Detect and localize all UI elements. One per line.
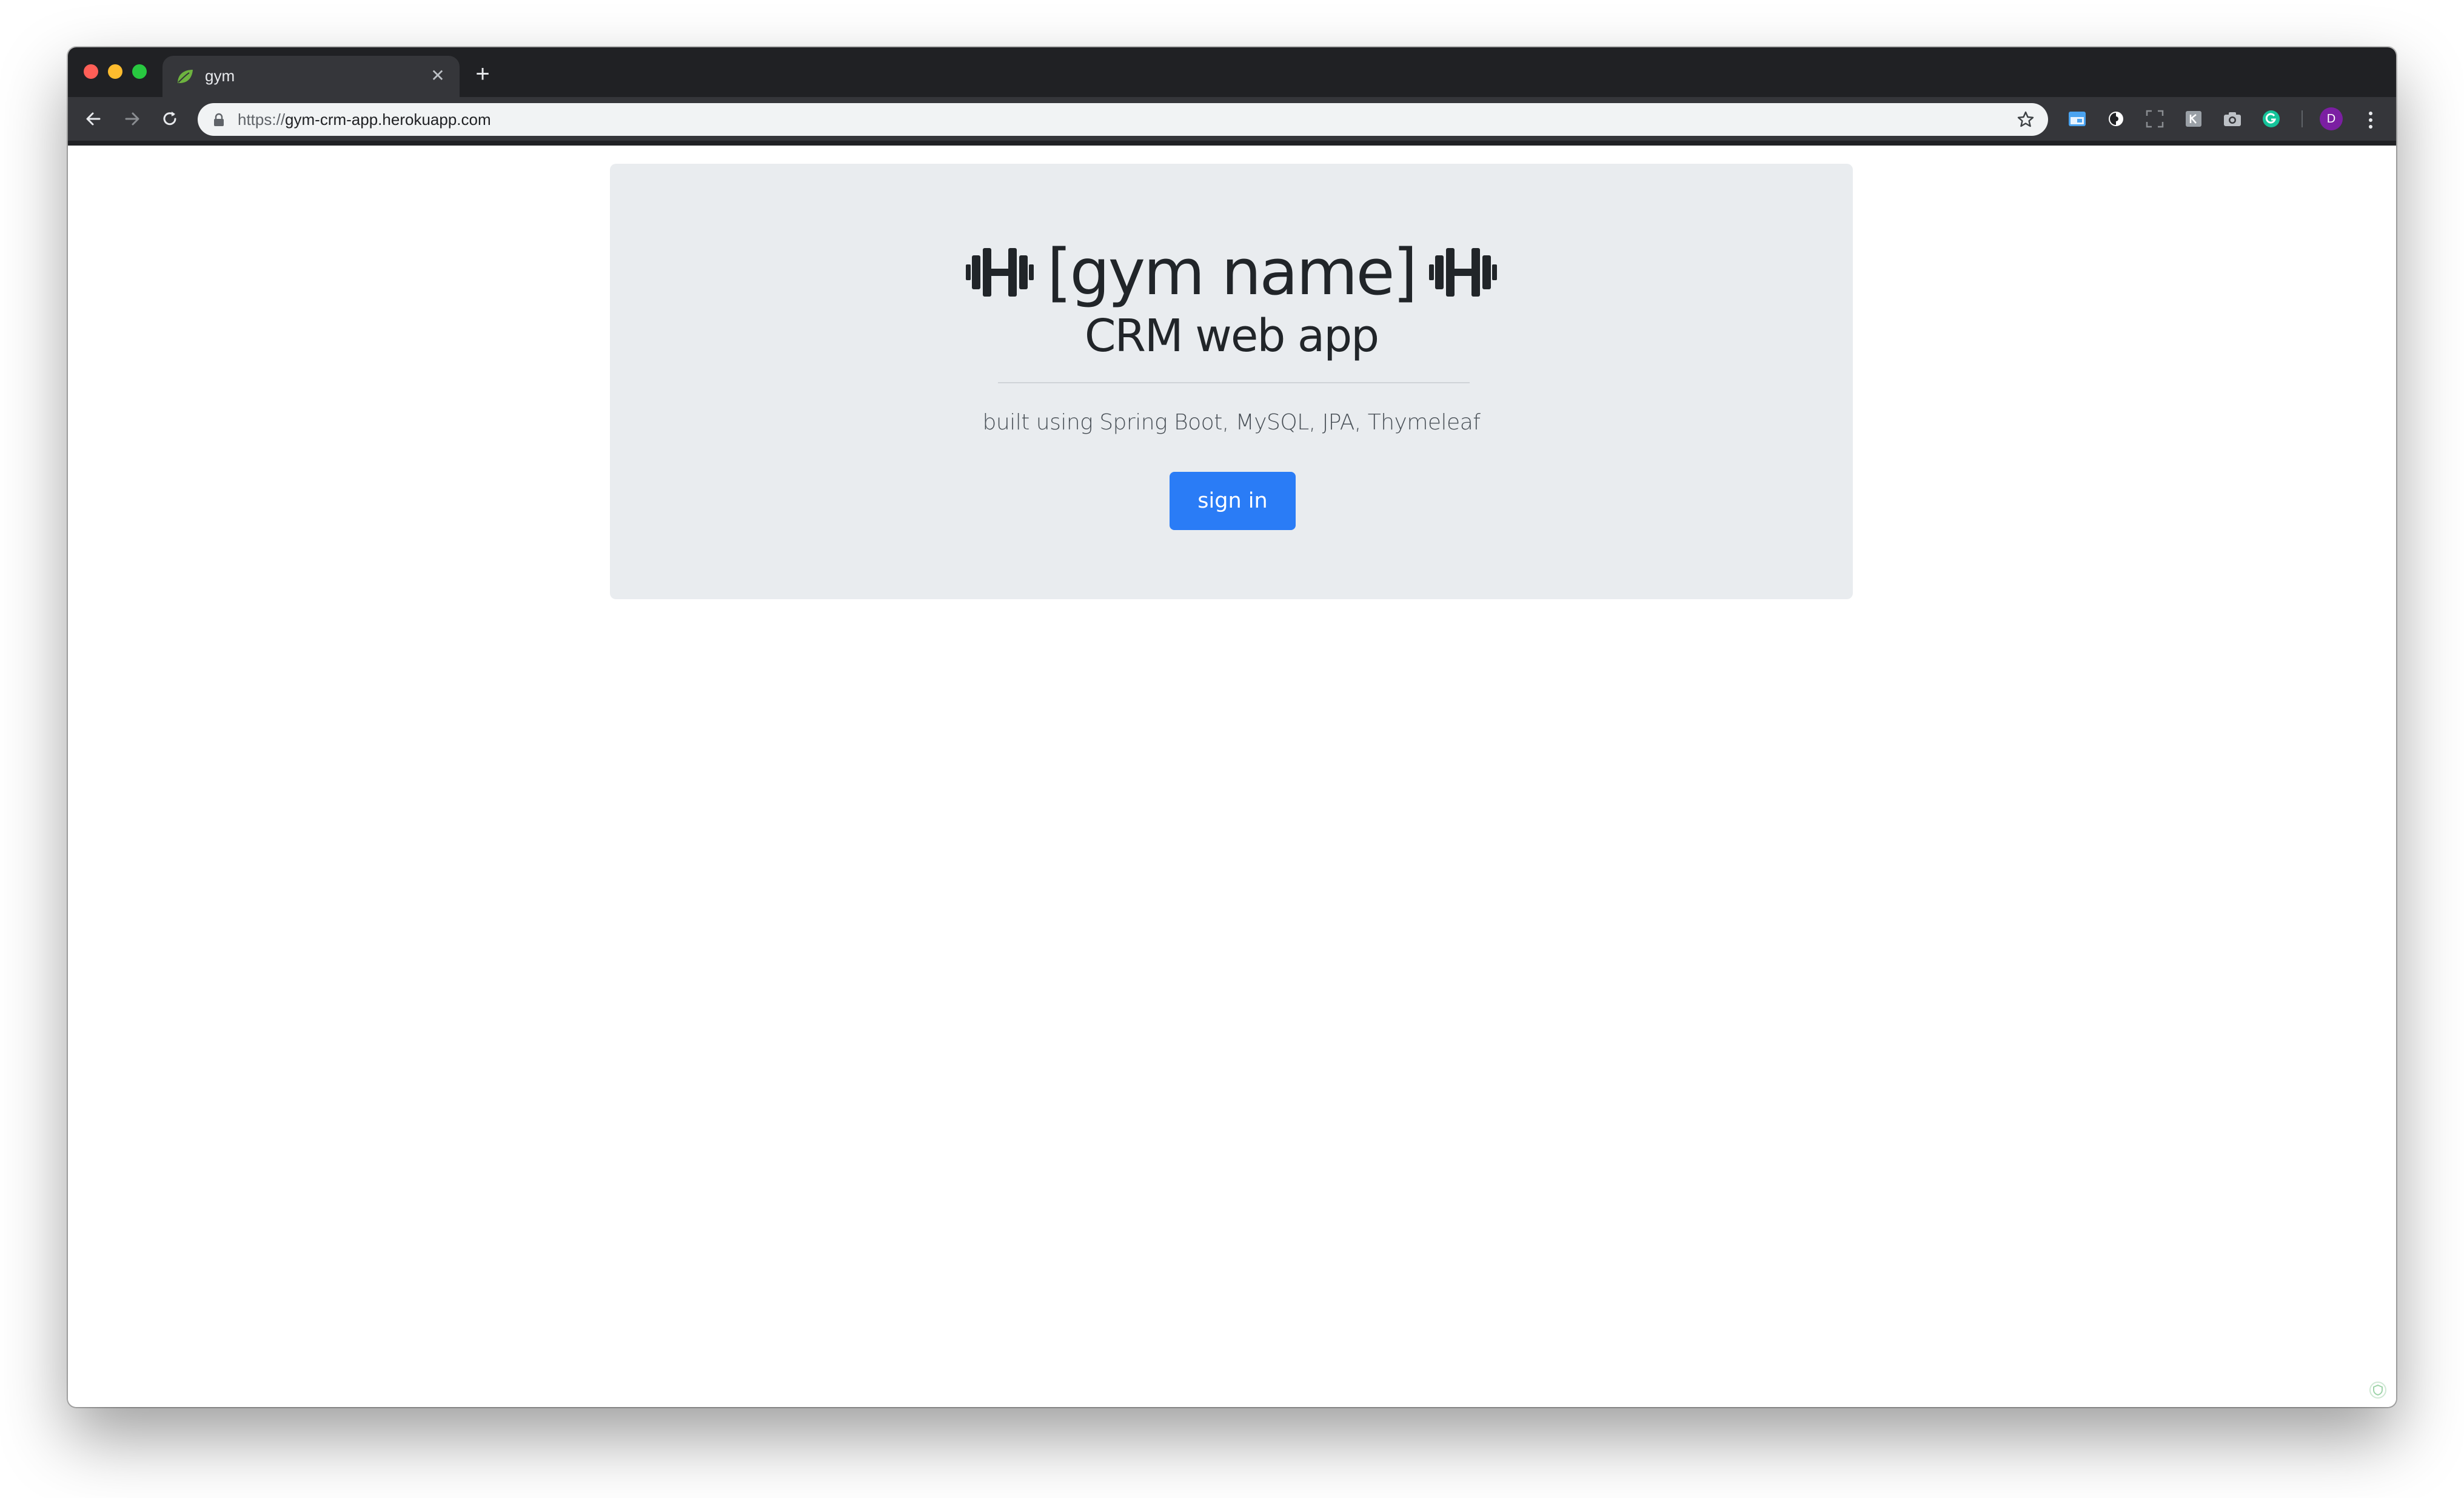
page-subtitle: CRM web app xyxy=(1084,310,1379,362)
page-viewport: [gym name] CRM web app built using Sprin… xyxy=(68,146,2396,1407)
tech-stack-text: built using Spring Boot, MySQL, JPA, Thy… xyxy=(982,410,1481,435)
address-bar[interactable]: https://gym-crm-app.herokuapp.com xyxy=(198,103,2048,136)
url-text: https://gym-crm-app.herokuapp.com xyxy=(238,110,491,129)
dumbbell-icon xyxy=(965,247,1034,298)
url-host: gym-crm-app.herokuapp.com xyxy=(285,110,491,129)
circle-half-icon[interactable] xyxy=(2105,108,2127,130)
grammarly-icon[interactable] xyxy=(2260,108,2282,130)
lock-icon xyxy=(213,113,224,126)
back-arrow-icon[interactable] xyxy=(80,106,107,132)
jumbotron: [gym name] CRM web app built using Sprin… xyxy=(610,164,1853,599)
extension-badge-icon[interactable] xyxy=(2183,108,2205,130)
new-tab-button[interactable]: + xyxy=(472,62,494,86)
sign-in-button[interactable]: sign in xyxy=(1170,472,1296,530)
page-heading: [gym name] xyxy=(610,239,1853,306)
dumbbell-icon xyxy=(1429,247,1497,298)
maximize-window-button[interactable] xyxy=(132,64,147,79)
close-window-button[interactable] xyxy=(84,64,98,79)
browser-tab[interactable]: gym ✕ xyxy=(162,56,460,97)
page-title: [gym name] xyxy=(1046,235,1418,309)
reload-icon[interactable] xyxy=(156,106,183,132)
profile-avatar[interactable]: D xyxy=(2320,107,2343,130)
spring-leaf-icon xyxy=(176,68,194,85)
browser-toolbar: https://gym-crm-app.herokuapp.com D xyxy=(68,97,2396,146)
tab-close-icon[interactable]: ✕ xyxy=(428,66,447,86)
shield-icon xyxy=(2368,1380,2388,1400)
divider xyxy=(998,382,1470,383)
tab-title: gym xyxy=(205,67,235,85)
screenshot-frame-icon[interactable] xyxy=(2144,108,2166,130)
more-menu-icon[interactable] xyxy=(2363,109,2378,131)
browser-window: gym ✕ + https://gym-crm-app.herokuapp.co… xyxy=(68,47,2396,1407)
forward-arrow-icon[interactable] xyxy=(119,106,146,132)
calendar-icon[interactable] xyxy=(2066,108,2088,130)
minimize-window-button[interactable] xyxy=(108,64,122,79)
tab-strip: gym ✕ + xyxy=(68,47,2396,97)
camera-icon[interactable] xyxy=(2221,108,2243,130)
bookmark-star-icon[interactable] xyxy=(2017,110,2035,129)
screen: gym ✕ + https://gym-crm-app.herokuapp.co… xyxy=(0,0,2464,1498)
url-scheme: https:// xyxy=(238,110,286,129)
toolbar-separator xyxy=(2302,110,2303,127)
